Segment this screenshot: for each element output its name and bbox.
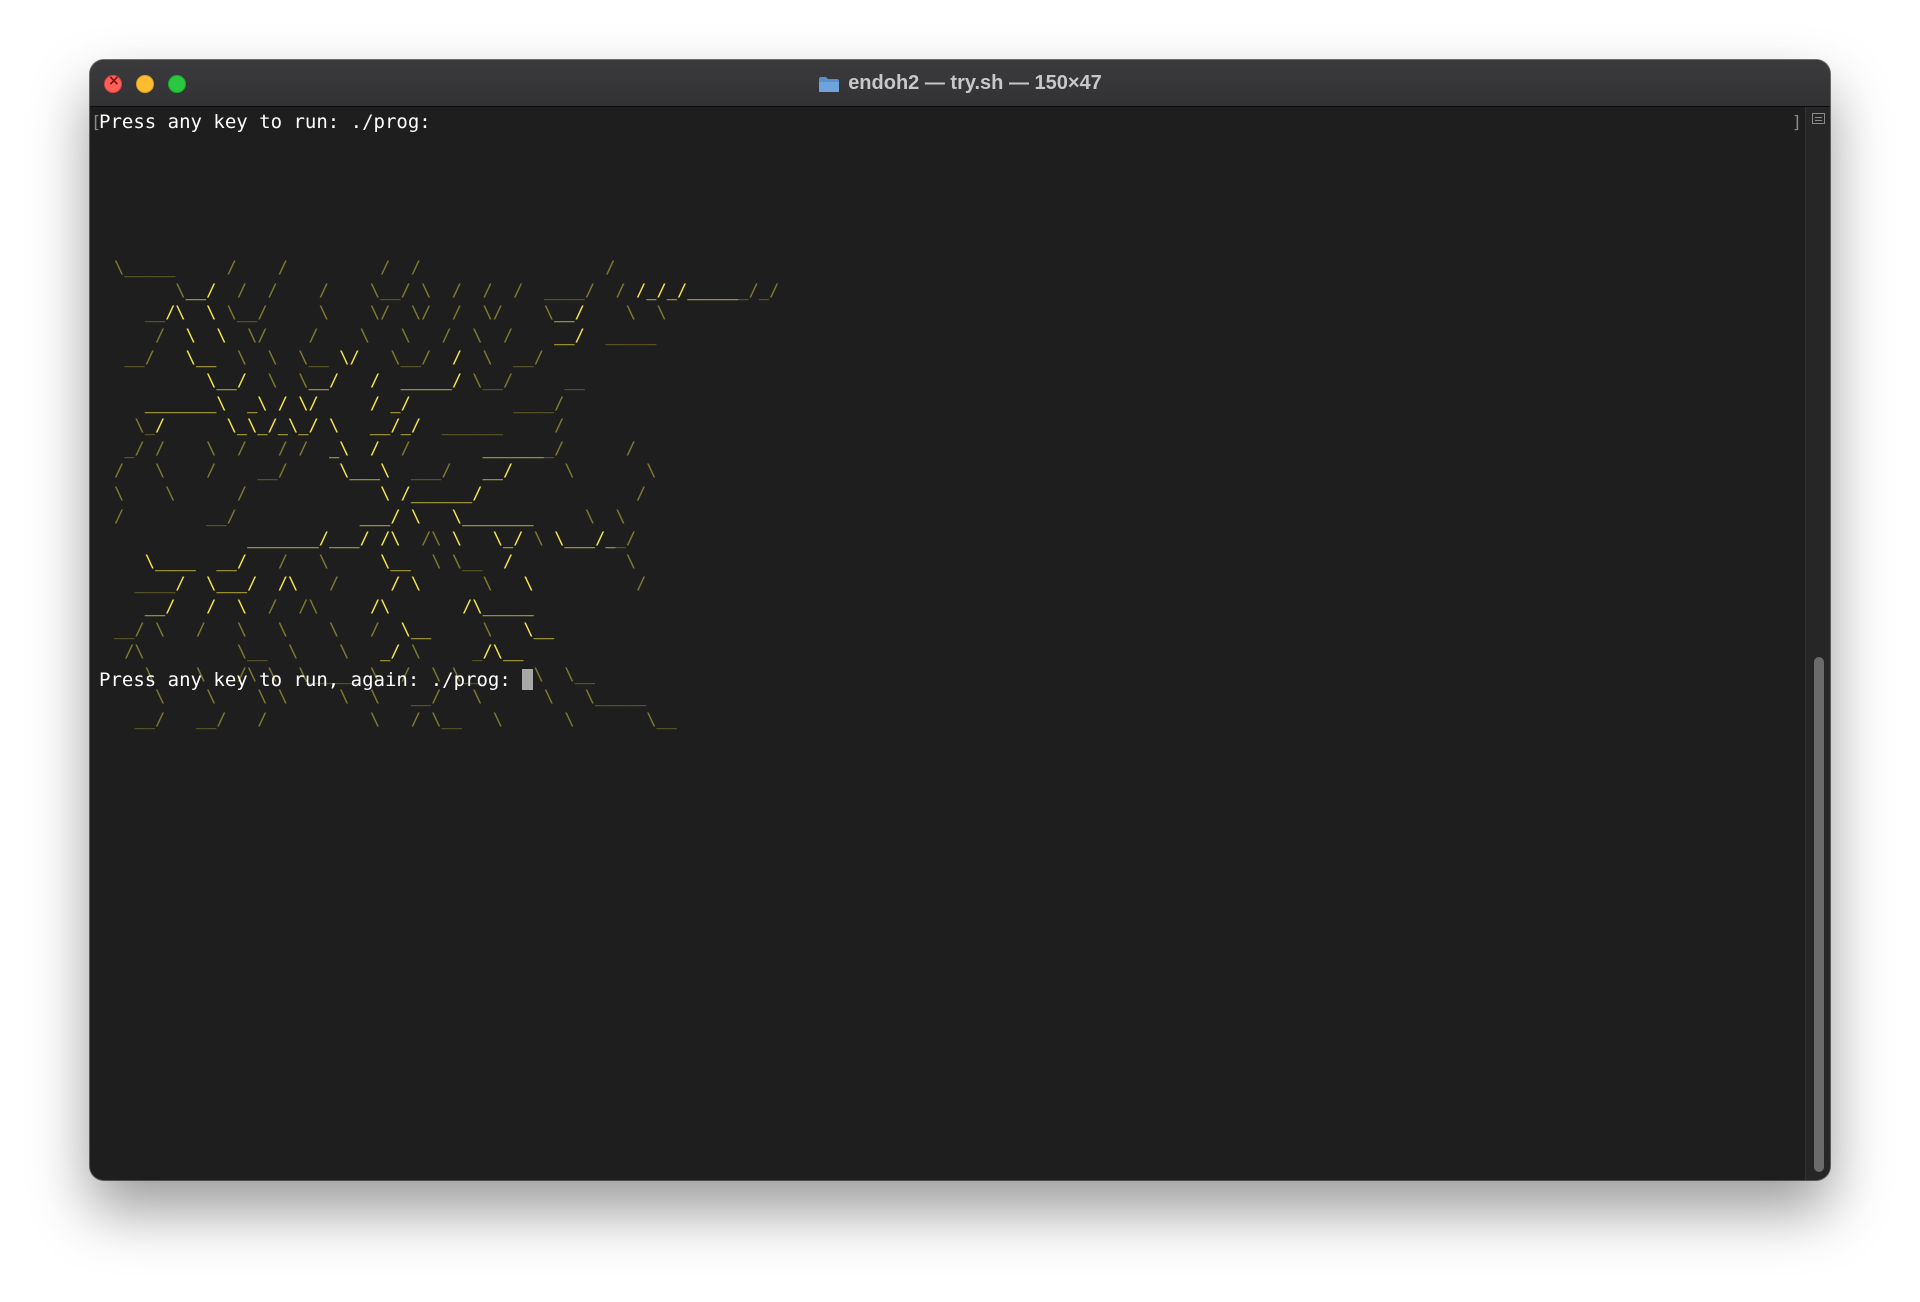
terminal-window: endoh2 — try.sh — 150×47 [ ] Press any k… — [90, 60, 1830, 1180]
prompt-line-2-text: Press any key to run, again: ./prog: — [99, 669, 523, 691]
prompt-line-1: Press any key to run: ./prog: — [99, 111, 431, 133]
scroll-marks-icon[interactable] — [1812, 113, 1825, 124]
mark-bracket-right: ] — [1791, 113, 1802, 133]
text-cursor — [522, 669, 534, 690]
window-title: endoh2 — try.sh — 150×47 — [848, 71, 1102, 94]
title-bar[interactable]: endoh2 — try.sh — 150×47 — [90, 60, 1830, 107]
ascii-art-output: \_____ / / / / / \__/ / / / \__/ \ / / /… — [114, 258, 780, 730]
window-title-group: endoh2 — try.sh — 150×47 — [90, 60, 1830, 106]
prompt-line-2: Press any key to run, again: ./prog: — [99, 669, 534, 691]
terminal-content[interactable]: [ ] Press any key to run: ./prog: \_____… — [90, 107, 1806, 1180]
scrollbar-thumb[interactable] — [1814, 657, 1824, 1172]
folder-icon — [819, 76, 840, 92]
